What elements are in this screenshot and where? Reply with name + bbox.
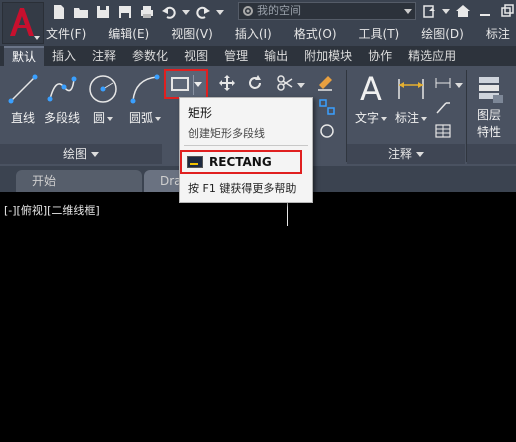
tab-addins[interactable]: 附加模块 [296,46,360,66]
tab-output[interactable]: 输出 [256,46,296,66]
line-tool-label: 直线 [10,111,35,125]
polyline-tool-label: 多段线 [44,111,81,125]
ribbon-tabs: 默认 插入 注释 参数化 视图 管理 输出 附加模块 协作 精选应用 [0,46,516,66]
copy-icon[interactable] [316,120,338,142]
draw-panel-title: 绘图 [62,147,87,161]
open-folder-icon[interactable] [72,3,90,21]
viewport-controls[interactable]: [-][俯视][二维线框] [4,202,100,218]
undo-dropdown-icon[interactable] [182,3,190,21]
leader-icon[interactable] [432,96,454,118]
layer-properties-tool[interactable]: 图层 特性 [472,72,506,140]
array-icon[interactable] [316,96,338,118]
annotation-panel-footer[interactable]: 注释 [347,144,465,164]
menu-draw[interactable]: 绘图(D) [421,24,464,44]
tooltip-help: 按 F1 键获得更多帮助 [188,182,297,195]
tooltip-description: 创建矩形多段线 [188,127,265,140]
home-icon[interactable] [454,2,472,20]
undo-icon[interactable] [160,3,178,21]
gear-icon [243,6,253,16]
circle-tool-label: 圆 [93,109,113,126]
menu-insert[interactable]: 插入(I) [235,24,272,44]
menu-dimension[interactable]: 标注 [486,24,510,44]
menu-view[interactable]: 视图(V) [171,24,213,44]
tab-parametric[interactable]: 参数化 [124,46,176,66]
polyline-tool[interactable]: 多段线 [44,72,80,126]
workspace-name: 我的空间 [257,4,301,17]
save-icon[interactable] [94,3,112,21]
autocad-logo-icon [10,8,34,36]
redo-dropdown-icon[interactable] [216,3,224,21]
tab-manage[interactable]: 管理 [216,46,256,66]
share-icon[interactable] [420,2,438,20]
menu-file[interactable]: 文件(F) [46,24,86,44]
tooltip-divider [184,145,308,146]
workspace-switcher[interactable]: 我的空间 [238,2,416,20]
trim-icon[interactable] [274,72,296,94]
title-bar: 我的空间 文件(F) 编辑(E) 视图(V) 插入(I) 格式(O) 工具(T)… [0,0,516,46]
tooltip-title: 矩形 [188,106,213,120]
quick-access-toolbar [50,2,228,22]
drawing-canvas[interactable]: [-][俯视][二维线框] [0,192,516,442]
application-menu-button[interactable] [2,2,44,44]
menu-tools[interactable]: 工具(T) [359,24,400,44]
trim-dropdown-icon[interactable] [296,74,306,96]
rotate-icon[interactable] [244,72,266,94]
print-icon[interactable] [138,3,156,21]
line-icon [8,74,38,104]
tab-featured-apps[interactable]: 精选应用 [400,46,464,66]
tab-view[interactable]: 视图 [176,46,216,66]
minimize-icon[interactable] [476,2,494,20]
chevron-down-icon[interactable] [194,82,202,87]
text-icon: A [360,70,382,108]
chevron-down-icon [416,152,424,157]
layer-properties-label-1: 图层 [476,108,501,122]
tab-collaborate[interactable]: 协作 [360,46,400,66]
menu-format[interactable]: 格式(O) [294,24,337,44]
text-tool-label: 文字 [355,109,387,126]
menu-edit[interactable]: 编辑(E) [108,24,149,44]
redo-icon[interactable] [194,3,212,21]
dimension-tool[interactable]: 标注 [394,72,428,126]
tooltip-command: RECTANG [180,150,302,174]
circle-tool[interactable]: 圆 [86,72,120,126]
layers-icon [479,77,503,103]
erase-icon[interactable] [314,72,336,94]
rectangle-icon [171,77,189,91]
layer-properties-label-2: 特性 [476,125,501,139]
linear-dimension-icon[interactable] [432,72,454,94]
rectangle-tooltip: 矩形 创建矩形多段线 RECTANG 按 F1 键获得更多帮助 [179,97,313,203]
arc-tool-label: 圆弧 [129,109,161,126]
tab-insert[interactable]: 插入 [44,46,84,66]
command-line-icon [187,156,203,168]
table-icon[interactable] [432,120,454,142]
draw-panel-footer[interactable]: 绘图 [0,144,162,164]
dimension-tool-label: 标注 [395,109,427,126]
restore-icon[interactable] [498,2,516,20]
layers-panel-footer [467,144,516,164]
tab-default[interactable]: 默认 [4,46,45,66]
polyline-icon [47,76,77,102]
save-as-icon[interactable] [116,3,134,21]
menu-bar: 文件(F) 编辑(E) 视图(V) 插入(I) 格式(O) 工具(T) 绘图(D… [46,24,516,44]
tooltip-command-name: RECTANG [209,155,272,169]
annotation-panel-title: 注释 [387,147,412,161]
chevron-down-icon [34,36,40,40]
line-tool[interactable]: 直线 [6,72,40,126]
chevron-down-icon [404,9,412,14]
text-tool[interactable]: A 文字 [354,70,388,126]
rectangle-button[interactable] [164,69,208,99]
circle-icon [89,75,117,103]
arc-tool[interactable]: 圆弧 [128,72,162,126]
new-file-icon[interactable] [50,3,68,21]
share-dropdown-icon[interactable] [442,2,450,20]
tab-annotate[interactable]: 注释 [84,46,124,66]
chevron-down-icon [91,152,99,157]
arc-icon [130,74,160,104]
dimension-icon [398,79,424,99]
move-icon[interactable] [216,72,238,94]
doc-tab-start[interactable]: 开始 [16,170,142,192]
linear-dimension-dropdown-icon[interactable] [454,74,464,96]
title-bar-right-tools [420,2,516,20]
